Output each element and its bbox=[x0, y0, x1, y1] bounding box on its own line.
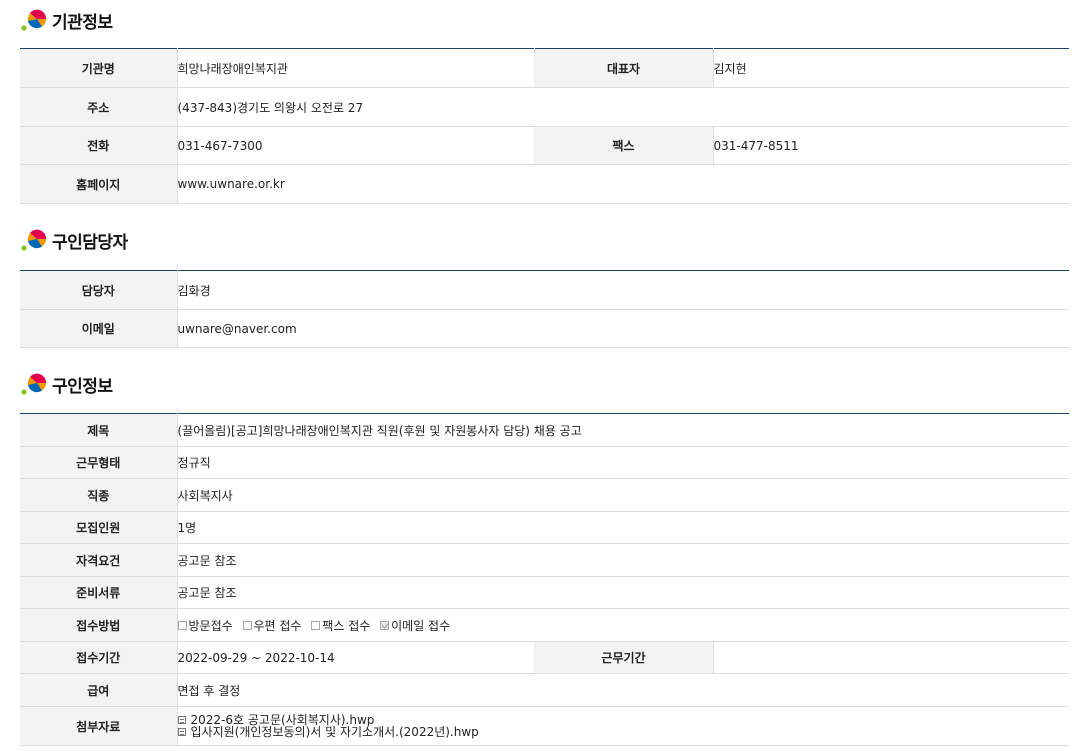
table-row: 급여 면접 후 결정 bbox=[20, 673, 1069, 707]
employment-label: 근무형태 bbox=[20, 446, 178, 479]
headcount-label: 모집인원 bbox=[20, 511, 178, 544]
checkbox-icon[interactable] bbox=[242, 620, 252, 630]
checkbox-label: 방문접수 bbox=[188, 618, 233, 633]
org-name-value: 희망나래장애인복지관 bbox=[177, 48, 535, 88]
address-label: 주소 bbox=[20, 87, 178, 127]
work-period-value bbox=[713, 641, 1069, 674]
org-info-table: 기관명 희망나래장애인복지관 대표자 김지현 주소 (437-843)경기도 의… bbox=[20, 48, 1069, 204]
file-icon bbox=[177, 728, 186, 736]
logo-icon bbox=[20, 227, 48, 253]
fax-value: 031-477-8511 bbox=[713, 126, 1069, 165]
work-period-label: 근무기간 bbox=[534, 641, 714, 674]
ceo-label: 대표자 bbox=[534, 48, 714, 88]
fax-label: 팩스 bbox=[534, 126, 714, 165]
org-name-label: 기관명 bbox=[20, 48, 178, 88]
section-title-text: 구인정보 bbox=[52, 376, 113, 397]
qualification-value: 공고문 참조 bbox=[177, 543, 1069, 577]
method-value: 방문접수 우편 접수 팩스 접수 이메일 접수 bbox=[177, 608, 1069, 642]
documents-label: 준비서류 bbox=[20, 576, 178, 609]
checkbox-visit[interactable]: 방문접수 bbox=[177, 617, 233, 634]
salary-value: 면접 후 결정 bbox=[177, 673, 1069, 707]
table-row: 제목 (끌어올림)[공고]희망나래장애인복지관 직원(후원 및 자원봉사자 담당… bbox=[20, 413, 1069, 447]
table-row: 근무형태 정규직 bbox=[20, 446, 1069, 479]
employment-value: 정규직 bbox=[177, 446, 1069, 479]
email-label: 이메일 bbox=[20, 309, 178, 348]
manager-label: 담당자 bbox=[20, 270, 178, 310]
homepage-value: www.uwnare.or.kr bbox=[177, 164, 1069, 204]
table-row: 기관명 희망나래장애인복지관 대표자 김지현 bbox=[20, 48, 1069, 88]
table-row: 홈페이지 www.uwnare.or.kr bbox=[20, 164, 1069, 204]
homepage-label: 홈페이지 bbox=[20, 164, 178, 204]
table-row: 주소 (437-843)경기도 의왕시 오전로 27 bbox=[20, 87, 1069, 127]
occupation-value: 사회복지사 bbox=[177, 478, 1069, 512]
table-row: 전화 031-467-7300 팩스 031-477-8511 bbox=[20, 126, 1069, 165]
contact-info-table: 담당자 김화경 이메일 uwnare@naver.com bbox=[20, 270, 1069, 348]
table-row: 준비서류 공고문 참조 bbox=[20, 576, 1069, 609]
logo-icon bbox=[20, 7, 48, 33]
checkbox-icon[interactable] bbox=[380, 620, 390, 630]
checkbox-icon[interactable] bbox=[311, 620, 321, 630]
checkbox-label: 우편 접수 bbox=[253, 618, 302, 633]
phone-label: 전화 bbox=[20, 126, 178, 165]
table-row: 접수방법 방문접수 우편 접수 팩스 접수 이메일 접수 bbox=[20, 608, 1069, 642]
section-title-job: 구인정보 bbox=[20, 371, 113, 397]
file-icon bbox=[177, 716, 186, 724]
checkbox-label: 이메일 접수 bbox=[391, 618, 451, 633]
salary-label: 급여 bbox=[20, 673, 178, 707]
table-row: 접수기간 2022-09-29 ~ 2022-10-14 근무기간 bbox=[20, 641, 1069, 674]
period-label: 접수기간 bbox=[20, 641, 178, 674]
attachment-link[interactable]: 입사지원(개인정보동의)서 및 자기소개서.(2022년).hwp bbox=[177, 726, 1070, 738]
address-value: (437-843)경기도 의왕시 오전로 27 bbox=[177, 87, 1069, 127]
checkbox-email[interactable]: 이메일 접수 bbox=[380, 617, 450, 634]
section-title-text: 구인담당자 bbox=[52, 232, 128, 253]
phone-value: 031-467-7300 bbox=[177, 126, 535, 165]
qualification-label: 자격요건 bbox=[20, 543, 178, 577]
subject-value: (끌어올림)[공고]희망나래장애인복지관 직원(후원 및 자원봉사자 담당) 채… bbox=[177, 413, 1069, 447]
occupation-label: 직종 bbox=[20, 478, 178, 512]
table-row: 직종 사회복지사 bbox=[20, 478, 1069, 512]
ceo-value: 김지현 bbox=[713, 48, 1069, 88]
attachments-value: 2022-6호 공고문(사회복지사).hwp 입사지원(개인정보동의)서 및 자… bbox=[177, 706, 1070, 746]
method-label: 접수방법 bbox=[20, 608, 178, 642]
checkbox-icon[interactable] bbox=[177, 620, 187, 630]
section-title-text: 기관정보 bbox=[52, 12, 113, 33]
documents-value: 공고문 참조 bbox=[177, 576, 1069, 609]
period-value: 2022-09-29 ~ 2022-10-14 bbox=[177, 641, 535, 674]
manager-value: 김화경 bbox=[177, 270, 1069, 310]
subject-label: 제목 bbox=[20, 413, 178, 447]
job-info-table: 제목 (끌어올림)[공고]희망나래장애인복지관 직원(후원 및 자원봉사자 담당… bbox=[20, 413, 1069, 746]
checkbox-label: 팩스 접수 bbox=[322, 618, 371, 633]
attachment-filename[interactable]: 입사지원(개인정보동의)서 및 자기소개서.(2022년).hwp bbox=[191, 726, 479, 738]
section-title-contact: 구인담당자 bbox=[20, 227, 128, 253]
table-row: 이메일 uwnare@naver.com bbox=[20, 309, 1069, 348]
headcount-value: 1명 bbox=[177, 511, 1069, 544]
table-row: 자격요건 공고문 참조 bbox=[20, 543, 1069, 577]
attachments-label: 첨부자료 bbox=[20, 706, 178, 746]
table-row: 모집인원 1명 bbox=[20, 511, 1069, 544]
table-row: 첨부자료 2022-6호 공고문(사회복지사).hwp 입사지원(개인정보동의)… bbox=[20, 706, 1070, 746]
email-value: uwnare@naver.com bbox=[177, 309, 1069, 348]
checkbox-fax[interactable]: 팩스 접수 bbox=[311, 617, 370, 634]
section-title-org: 기관정보 bbox=[20, 7, 113, 33]
table-row: 담당자 김화경 bbox=[20, 270, 1069, 310]
logo-icon bbox=[20, 371, 48, 397]
checkbox-mail[interactable]: 우편 접수 bbox=[242, 617, 302, 634]
